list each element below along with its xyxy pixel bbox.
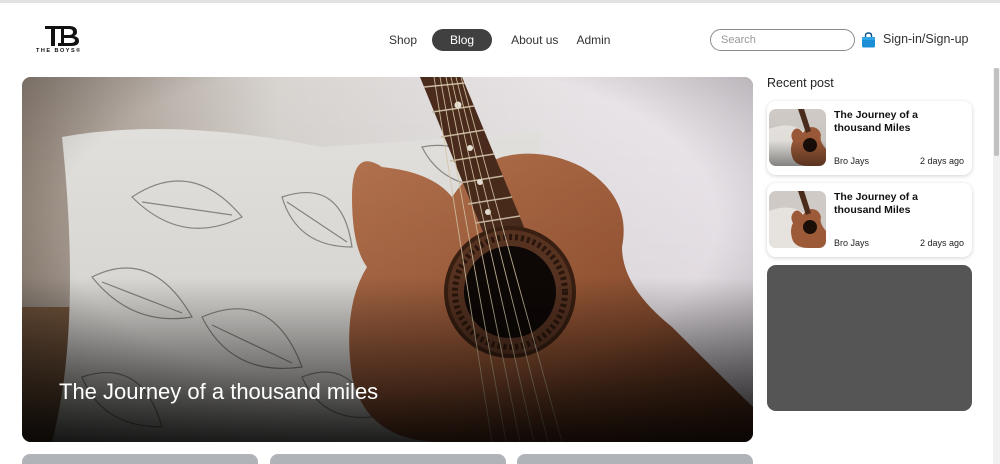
hero-post[interactable]: The Journey of a thousand miles (22, 77, 753, 442)
nav-about-us[interactable]: About us (502, 29, 567, 51)
recent-post-card[interactable]: The Journey of a thousand Miles Bro Jays… (767, 183, 972, 257)
main-nav: Shop Blog About us Admin (380, 29, 619, 51)
shopping-bag-icon[interactable] (861, 32, 876, 48)
sidebar-placeholder-box (767, 265, 972, 411)
nav-blog[interactable]: Blog (432, 29, 493, 51)
top-border (0, 0, 1000, 3)
logo[interactable]: THE BOYS® (36, 24, 96, 58)
post-author: Bro Jays (834, 156, 870, 166)
logo-text: THE BOYS® (36, 48, 82, 54)
search-input[interactable] (710, 29, 855, 51)
hero-title: The Journey of a thousand miles (59, 379, 379, 404)
post-card-bottom-2[interactable] (270, 454, 506, 464)
post-card-bottom-3[interactable] (517, 454, 753, 464)
post-time: 2 days ago (919, 156, 964, 166)
post-title: The Journey of a thousand Miles (834, 109, 919, 134)
recent-post-heading: Recent post (767, 76, 834, 90)
nav-admin[interactable]: Admin (567, 29, 619, 51)
post-thumbnail (769, 191, 826, 248)
post-card-bottom-1[interactable] (22, 454, 258, 464)
post-thumbnail (769, 109, 826, 166)
post-author: Bro Jays (834, 238, 870, 248)
nav-shop[interactable]: Shop (380, 29, 426, 51)
logo-mark-icon (45, 26, 79, 46)
post-title: The Journey of a thousand Miles (834, 191, 919, 216)
signin-signup-link[interactable]: Sign-in/Sign-up (883, 32, 968, 46)
post-time: 2 days ago (919, 238, 964, 248)
scrollbar-thumb[interactable] (994, 68, 999, 156)
recent-post-card[interactable]: The Journey of a thousand Miles Bro Jays… (767, 101, 972, 175)
